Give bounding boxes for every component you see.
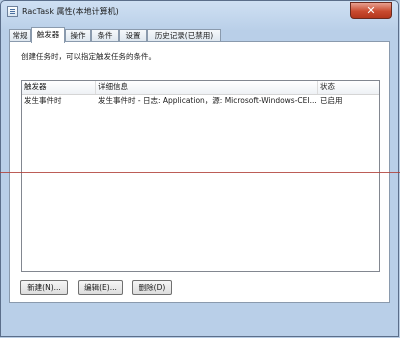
close-icon: ✕ — [366, 4, 376, 17]
column-header-status[interactable]: 状态 — [318, 81, 379, 94]
status-cell: 已启用 — [320, 96, 343, 105]
close-button[interactable]: ✕ — [350, 2, 392, 19]
delete-button[interactable]: 删除(D) — [132, 280, 172, 295]
details-cell: 发生事件时 - 日志: Application，源: Microsoft-Win… — [98, 96, 317, 105]
table-header: 触发器 详细信息 状态 — [22, 81, 379, 95]
window-title: RacTask 属性(本地计算机) — [22, 7, 119, 16]
tab-triggers[interactable]: 触发器 — [31, 27, 65, 43]
divider-line — [0, 172, 400, 173]
trigger-cell: 发生事件时 — [24, 96, 62, 105]
table-row[interactable]: 发生事件时 发生事件时 - 日志: Application，源: Microso… — [22, 95, 379, 108]
column-header-trigger[interactable]: 触发器 — [22, 81, 96, 94]
triggers-table: 触发器 详细信息 状态 发生事件时 发生事件时 - 日志: Applicatio… — [21, 80, 380, 272]
panel-description: 创建任务时，可以指定触发任务的条件。 — [21, 52, 156, 61]
title-bar[interactable]: RacTask 属性(本地计算机) ✕ — [1, 1, 398, 23]
column-header-details[interactable]: 详细信息 — [96, 81, 318, 94]
new-button[interactable]: 新建(N)... — [20, 280, 68, 295]
edit-button[interactable]: 编辑(E)... — [78, 280, 123, 295]
task-scheduler-icon — [7, 6, 18, 17]
properties-window: RacTask 属性(本地计算机) ✕ 常规 触发器 操作 条件 设置 历史记录… — [0, 0, 399, 337]
